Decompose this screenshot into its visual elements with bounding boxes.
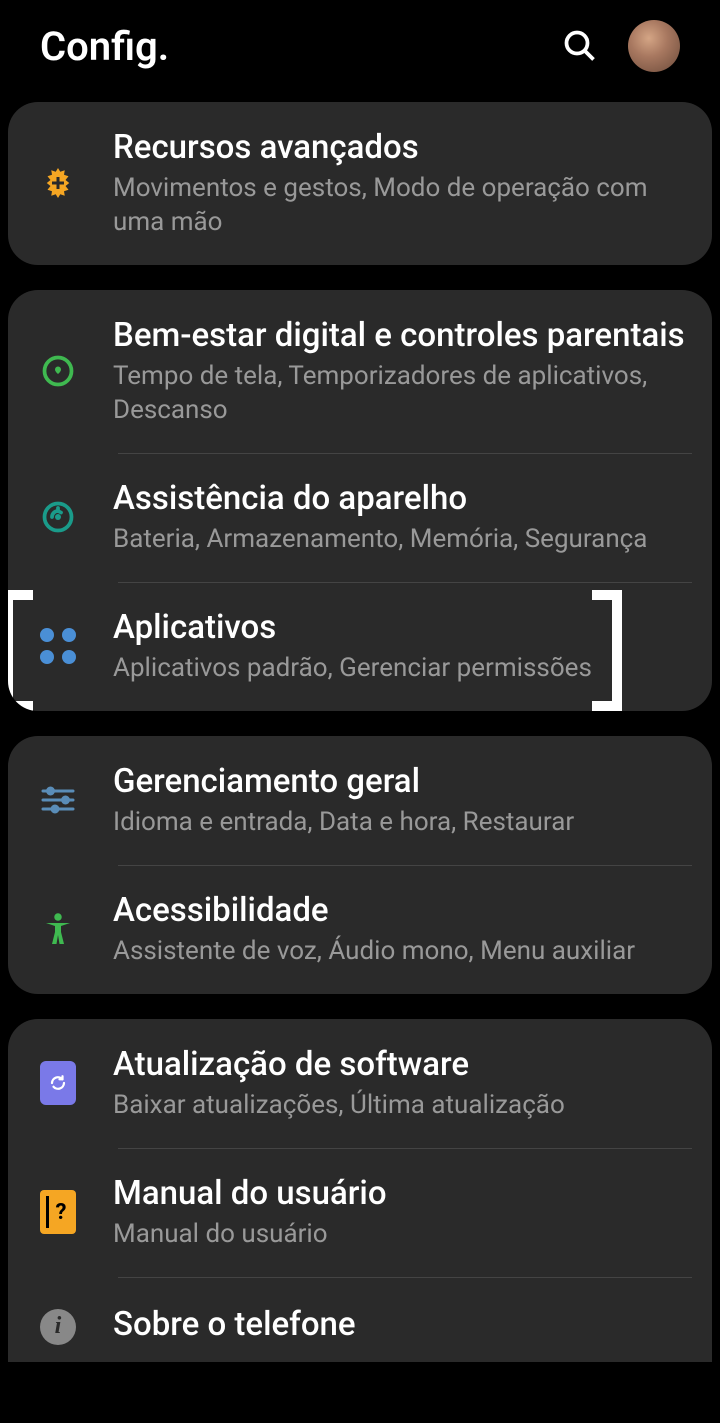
- header: Config.: [0, 0, 720, 102]
- row-subtitle: Tempo de tela, Temporizadores de aplicat…: [113, 360, 692, 428]
- row-text: Recursos avançados Movimentos e gestos, …: [113, 127, 692, 240]
- row-subtitle: Idioma e entrada, Data e hora, Restaurar: [113, 806, 692, 840]
- row-subtitle: Baixar atualizações, Última atualização: [113, 1089, 692, 1123]
- row-text: Gerenciamento geral Idioma e entrada, Da…: [113, 761, 692, 840]
- row-text: Manual do usuário Manual do usuário: [113, 1173, 692, 1252]
- settings-row-software-update[interactable]: Atualização de software Baixar atualizaç…: [8, 1019, 712, 1148]
- row-text: Atualização de software Baixar atualizaç…: [113, 1044, 692, 1123]
- device-care-icon: [33, 492, 83, 542]
- update-icon: [33, 1058, 83, 1108]
- row-subtitle: Assistente de voz, Áudio mono, Menu auxi…: [113, 935, 692, 969]
- header-actions: [562, 20, 680, 72]
- gear-plus-icon: [33, 158, 83, 208]
- sliders-icon: [33, 775, 83, 825]
- accessibility-icon: [33, 904, 83, 954]
- row-subtitle: Aplicativos padrão, Gerenciar permissões: [113, 652, 692, 686]
- manual-icon: ?: [33, 1187, 83, 1237]
- settings-row-user-manual[interactable]: ? Manual do usuário Manual do usuário: [8, 1148, 712, 1277]
- row-text: Bem-estar digital e controles parentais …: [113, 315, 692, 428]
- row-title: Sobre o telefone: [113, 1304, 692, 1345]
- settings-row-accessibility[interactable]: Acessibilidade Assistente de voz, Áudio …: [8, 865, 712, 994]
- apps-icon: [33, 621, 83, 671]
- row-title: Atualização de software: [113, 1044, 692, 1085]
- settings-row-device-care[interactable]: Assistência do aparelho Bateria, Armazen…: [8, 453, 712, 582]
- settings-row-about-phone[interactable]: i Sobre o telefone: [8, 1277, 712, 1362]
- row-title: Gerenciamento geral: [113, 761, 692, 802]
- settings-row-advanced-features[interactable]: Recursos avançados Movimentos e gestos, …: [8, 102, 712, 265]
- row-title: Acessibilidade: [113, 890, 692, 931]
- row-title: Bem-estar digital e controles parentais: [113, 315, 692, 356]
- settings-row-apps[interactable]: Aplicativos Aplicativos padrão, Gerencia…: [8, 582, 712, 711]
- row-title: Recursos avançados: [113, 127, 692, 168]
- settings-list: Recursos avançados Movimentos e gestos, …: [0, 102, 720, 1362]
- row-text: Aplicativos Aplicativos padrão, Gerencia…: [113, 607, 692, 686]
- wellbeing-icon: [33, 346, 83, 396]
- settings-row-general-management[interactable]: Gerenciamento geral Idioma e entrada, Da…: [8, 736, 712, 865]
- search-icon[interactable]: [562, 28, 598, 64]
- row-subtitle: Movimentos e gestos, Modo de operação co…: [113, 172, 692, 240]
- row-title: Assistência do aparelho: [113, 478, 692, 519]
- row-subtitle: Manual do usuário: [113, 1218, 692, 1252]
- row-title: Aplicativos: [113, 607, 692, 648]
- settings-row-digital-wellbeing[interactable]: Bem-estar digital e controles parentais …: [8, 290, 712, 453]
- row-text: Acessibilidade Assistente de voz, Áudio …: [113, 890, 692, 969]
- profile-avatar[interactable]: [628, 20, 680, 72]
- settings-group: Gerenciamento geral Idioma e entrada, Da…: [8, 736, 712, 994]
- row-title: Manual do usuário: [113, 1173, 692, 1214]
- settings-group: Recursos avançados Movimentos e gestos, …: [8, 102, 712, 265]
- settings-group: Atualização de software Baixar atualizaç…: [8, 1019, 712, 1362]
- info-icon: i: [33, 1302, 83, 1352]
- settings-group: Bem-estar digital e controles parentais …: [8, 290, 712, 711]
- row-text: Sobre o telefone: [113, 1304, 692, 1349]
- row-subtitle: Bateria, Armazenamento, Memória, Seguran…: [113, 523, 692, 557]
- page-title: Config.: [40, 23, 169, 70]
- row-text: Assistência do aparelho Bateria, Armazen…: [113, 478, 692, 557]
- highlight-bracket-left: [8, 590, 33, 711]
